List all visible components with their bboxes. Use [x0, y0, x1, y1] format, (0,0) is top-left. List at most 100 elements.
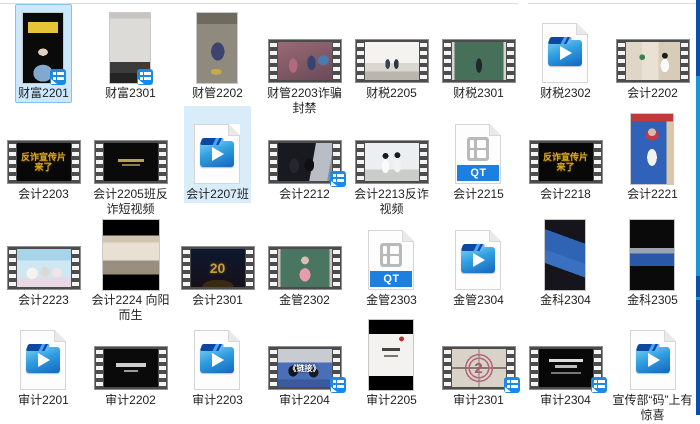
file-thumbnail — [103, 214, 159, 290]
file-item[interactable]: 财富2201 — [0, 5, 87, 106]
thumbnail-image: 《链接》 — [278, 349, 332, 387]
thumbnail-image — [278, 143, 332, 181]
file-item[interactable]: 宣传部“码”上有惊喜 — [609, 312, 696, 415]
file-item[interactable]: QT 金管2303 — [348, 212, 435, 312]
file-thumbnail — [268, 214, 342, 290]
file-item[interactable]: 20 会计2301 — [174, 212, 261, 312]
file-label: 会计2301 — [192, 293, 243, 308]
file-label: 金科2305 — [627, 293, 678, 308]
file-item[interactable]: 金管2302 — [261, 212, 348, 312]
file-item-box: 2 审计2301 — [440, 312, 518, 409]
file-item[interactable]: 财管2202 — [174, 5, 261, 106]
file-label: 审计2202 — [105, 393, 156, 408]
file-item[interactable]: 会计2202 — [609, 5, 696, 106]
file-item[interactable]: 会计2221 — [609, 106, 696, 212]
filmstrip-glyph-icon — [467, 137, 489, 161]
scrollbar-thumb[interactable] — [696, 76, 700, 276]
video-icon-body — [26, 347, 60, 373]
thumbnail-image — [452, 42, 506, 80]
play-icon — [212, 147, 224, 161]
file-item-box: 财富2201 — [16, 5, 71, 102]
file-item-box: 财税2205 — [353, 5, 431, 102]
file-label: 审计2201 — [18, 393, 69, 408]
top-divider-left — [0, 3, 518, 4]
file-item[interactable]: 2 审计2301 — [435, 312, 522, 415]
file-item[interactable]: 财税2302 — [522, 5, 609, 106]
thumbnail-image — [17, 249, 71, 287]
file-label: 会计2218 — [540, 187, 591, 202]
file-thumbnail — [631, 108, 673, 184]
file-item[interactable]: QT 会计2215 — [435, 106, 522, 212]
file-item-box: 会计2224 向阳而生 — [87, 212, 174, 324]
film-sprockets-left — [96, 143, 103, 181]
file-item[interactable]: 审计2203 — [174, 312, 261, 415]
file-label: 金管2303 — [366, 293, 417, 308]
film-sprockets-left — [270, 349, 277, 387]
file-item-box: 财管2203诈骗封禁 — [261, 5, 348, 117]
file-grid: 财富2201 财富2301 财管2202 财管2203诈骗封禁 财税2205 财… — [0, 5, 694, 415]
file-item[interactable]: 审计2304 — [522, 312, 609, 415]
file-item[interactable]: 财管2203诈骗封禁 — [261, 5, 348, 106]
thumbnail-image — [626, 42, 680, 80]
file-item[interactable]: 会计2205班反诈短视频 — [87, 106, 174, 212]
right-scrollbar[interactable] — [696, 0, 700, 415]
file-thumbnail — [630, 314, 676, 390]
file-item[interactable]: 反诈宣传片 来了 会计2203 — [0, 106, 87, 212]
page-fold-corner — [229, 330, 240, 341]
file-thumbnail — [194, 108, 240, 184]
filmstrip-glyph-icon — [380, 243, 402, 267]
file-item[interactable]: 会计2207班 — [174, 106, 261, 212]
file-label: 财管2202 — [192, 86, 243, 101]
file-item[interactable]: 会计2212 — [261, 106, 348, 212]
file-item[interactable]: 财税2205 — [348, 5, 435, 106]
file-thumbnail — [7, 214, 81, 290]
file-item[interactable]: 金科2305 — [609, 212, 696, 312]
film-sprockets-left — [270, 143, 277, 181]
file-item-box: 20 会计2301 — [179, 212, 257, 309]
filmstrip-thumbnail: 反诈宣传片 来了 — [529, 140, 603, 184]
media-overlay-icon — [504, 377, 520, 393]
filmstrip-thumbnail — [442, 39, 516, 83]
file-item[interactable]: 审计2201 — [0, 312, 87, 415]
filmstrip-thumbnail: 反诈宣传片 来了 — [7, 140, 81, 184]
file-thumbnail — [194, 314, 240, 390]
video-icon-body — [200, 141, 234, 167]
file-item[interactable]: 反诈宣传片 来了 会计2218 — [522, 106, 609, 212]
thumbnail-image — [103, 220, 159, 290]
file-item[interactable]: 《链接》 审计2204 — [261, 312, 348, 415]
thumbnail-image — [630, 220, 674, 290]
file-thumbnail — [545, 214, 585, 290]
file-thumbnail — [268, 108, 342, 184]
thumbnail-text: 《链接》 — [289, 363, 321, 374]
file-item[interactable]: 审计2205 — [348, 312, 435, 415]
film-sprockets-right — [159, 349, 166, 387]
file-item[interactable]: 会计2224 向阳而生 — [87, 212, 174, 312]
film-sprockets-left — [531, 349, 538, 387]
file-item[interactable]: 财税2301 — [435, 5, 522, 106]
file-thumbnail — [442, 7, 516, 83]
file-label: 金科2304 — [540, 293, 591, 308]
play-icon — [473, 253, 485, 267]
filmstrip-thumbnail — [268, 246, 342, 290]
play-icon — [648, 353, 660, 367]
file-item[interactable]: 财富2301 — [87, 5, 174, 106]
film-sprockets-left — [357, 42, 364, 80]
thumbnail-image — [545, 220, 585, 290]
file-item[interactable]: 审计2202 — [87, 312, 174, 415]
file-thumbnail: 2 — [442, 314, 516, 390]
thumbnail-image — [197, 13, 237, 83]
film-flap-icon — [200, 344, 224, 351]
filmstrip-thumbnail — [268, 39, 342, 83]
file-label: 财税2302 — [540, 86, 591, 101]
file-item-box: 会计2223 — [5, 212, 83, 309]
file-thumbnail: 《链接》 — [268, 314, 342, 390]
file-item[interactable]: 会计2223 — [0, 212, 87, 312]
file-item[interactable]: 金管2304 — [435, 212, 522, 312]
thumbnail-image: 反诈宣传片 来了 — [539, 143, 593, 181]
film-sprockets-right — [594, 143, 601, 181]
video-file-play-icon — [542, 23, 588, 83]
file-item-box: 财管2202 — [190, 5, 245, 102]
film-sprockets-right — [681, 42, 688, 80]
file-item[interactable]: 会计2213反诈视频 — [348, 106, 435, 212]
file-item[interactable]: 金科2304 — [522, 212, 609, 312]
